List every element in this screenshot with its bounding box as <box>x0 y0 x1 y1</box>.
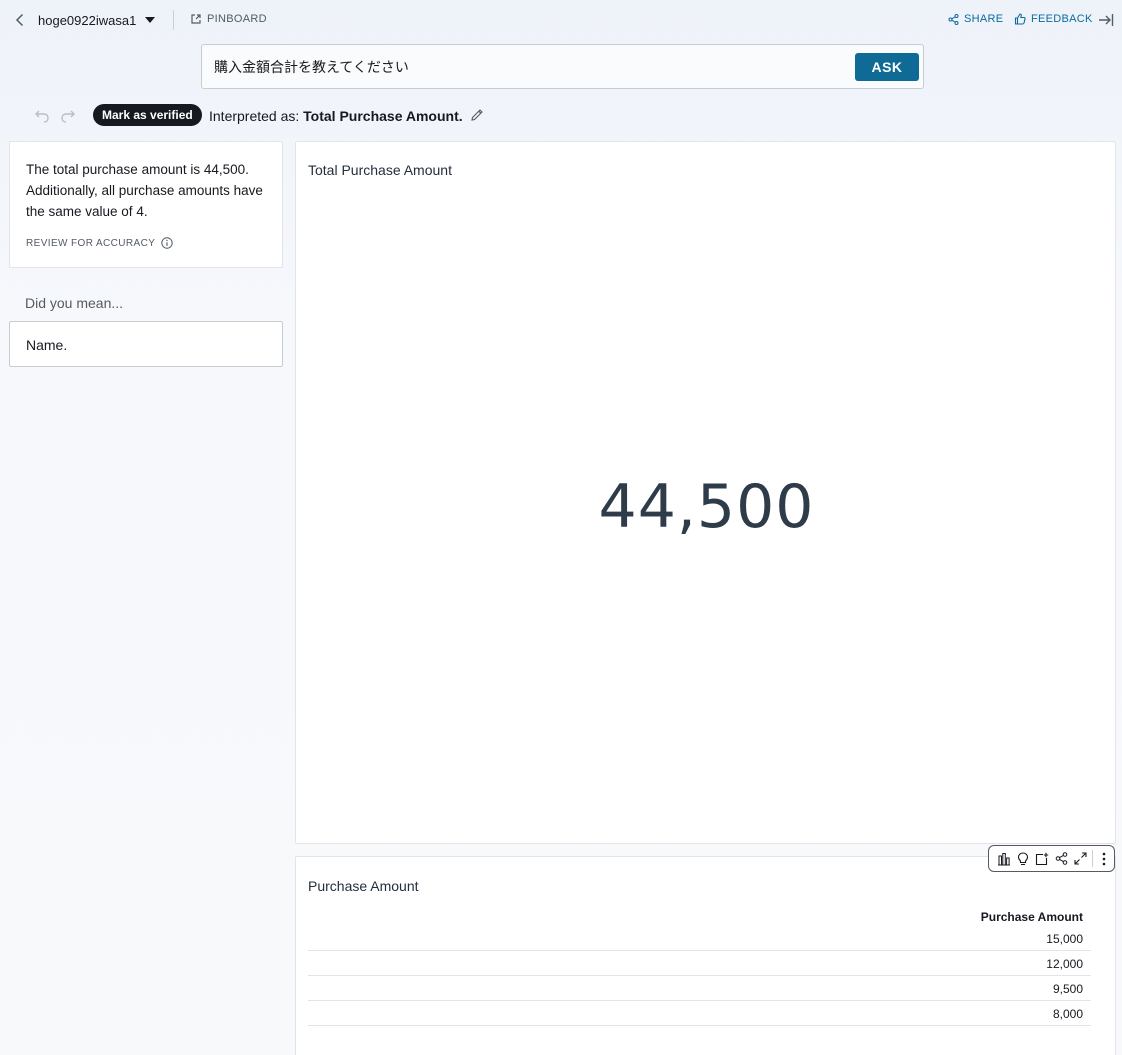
review-label: REVIEW FOR ACCURACY <box>26 237 156 249</box>
table-row: 15,000 <box>308 926 1091 951</box>
caret-down-icon[interactable] <box>143 14 157 26</box>
toolbar-divider <box>173 10 174 30</box>
interpretation-text: Interpreted as: Total Purchase Amount. <box>209 108 463 124</box>
table-row: 9,500 <box>308 976 1091 1001</box>
collapse-panel-icon[interactable] <box>1098 12 1114 28</box>
share-button[interactable]: SHARE <box>948 13 1003 25</box>
table-title: Purchase Amount <box>308 878 419 894</box>
narrative-summary-card: The total purchase amount is 44,500. Add… <box>9 141 283 268</box>
did-you-mean-heading: Did you mean... <box>25 295 124 311</box>
question-box: ASK <box>201 44 924 89</box>
ask-button[interactable]: ASK <box>855 53 919 81</box>
table-visual: Purchase Amount Purchase Amount 15,000 1… <box>295 856 1116 1055</box>
column-header[interactable]: Purchase Amount <box>308 907 1091 926</box>
pinboard-label: PINBOARD <box>207 13 267 25</box>
lightbulb-icon[interactable] <box>1013 849 1032 869</box>
pinboard-button[interactable]: PINBOARD <box>190 13 267 25</box>
info-icon[interactable] <box>161 237 173 249</box>
suggestion-item[interactable]: Name. <box>9 321 283 367</box>
external-link-icon <box>190 13 202 25</box>
feedback-button[interactable]: FEEDBACK <box>1014 13 1093 25</box>
visual-toolbar <box>988 845 1115 872</box>
share-label: SHARE <box>964 13 1004 25</box>
bar-chart-icon[interactable] <box>994 849 1013 869</box>
kpi-visual: Total Purchase Amount 44,500 <box>295 141 1116 844</box>
redo-icon[interactable] <box>60 108 78 124</box>
kpi-value: 44,500 <box>598 472 815 542</box>
kpi-title: Total Purchase Amount <box>308 162 452 178</box>
feedback-label: FEEDBACK <box>1031 13 1093 25</box>
add-to-pinboard-icon[interactable] <box>1032 849 1051 869</box>
table-row: 8,000 <box>308 1001 1091 1026</box>
thumbs-up-icon <box>1014 13 1026 25</box>
mark-as-verified-button[interactable]: Mark as verified <box>93 104 202 126</box>
expand-icon[interactable] <box>1071 849 1090 869</box>
data-table: Purchase Amount 15,000 12,000 9,500 8,00… <box>308 907 1091 1026</box>
interpretation-prefix: Interpreted as: <box>209 108 304 124</box>
undo-icon[interactable] <box>32 108 50 124</box>
toolbar-divider <box>1091 850 1093 867</box>
summary-text: The total purchase amount is 44,500. Add… <box>26 162 263 219</box>
dataset-name[interactable]: hoge0922iwasa1 <box>38 13 136 28</box>
more-icon[interactable] <box>1095 849 1114 869</box>
share-icon[interactable] <box>1052 849 1071 869</box>
back-chevron-icon[interactable] <box>12 12 28 28</box>
share-icon <box>948 13 959 25</box>
top-bar: hoge0922iwasa1 PINBOARD SHARE FEEDBACK <box>0 0 1122 40</box>
pencil-icon[interactable] <box>470 108 484 122</box>
question-input[interactable] <box>214 57 834 77</box>
table-row: 12,000 <box>308 951 1091 976</box>
interpretation-value: Total Purchase Amount. <box>303 108 463 124</box>
review-for-accuracy: REVIEW FOR ACCURACY <box>26 237 173 249</box>
